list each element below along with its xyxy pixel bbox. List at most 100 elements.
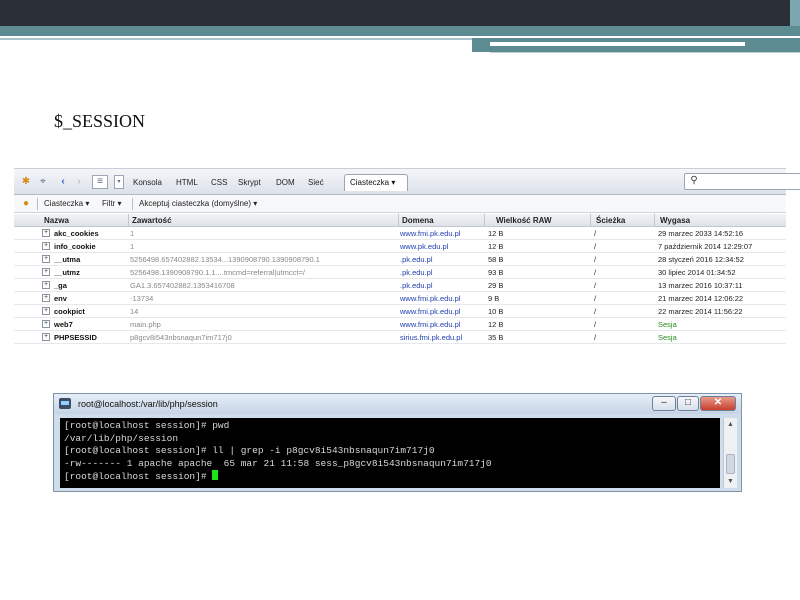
maximize-button[interactable]: □ bbox=[677, 396, 699, 411]
text-cursor bbox=[212, 470, 219, 480]
expand-toggle-icon[interactable]: + bbox=[42, 333, 50, 341]
table-row[interactable]: + _ga GA1.3.657402882.1353416708 .pk.edu… bbox=[14, 279, 786, 292]
column-expires[interactable]: Wygasa bbox=[660, 216, 690, 225]
cookies-menu[interactable]: Ciasteczka ▾ bbox=[44, 199, 89, 208]
accept-cookies-menu[interactable]: Akceptuj ciasteczka (domyślne) ▾ bbox=[139, 199, 257, 208]
cookie-size: 9 B bbox=[488, 294, 500, 303]
cookie-size: 29 B bbox=[488, 281, 504, 290]
column-raw-size[interactable]: Wielkość RAW bbox=[496, 216, 552, 225]
cookie-size: 58 B bbox=[488, 255, 504, 264]
tab-dom[interactable]: DOM bbox=[276, 178, 295, 187]
cookie-expires: 7 październik 2014 12:29:07 bbox=[658, 242, 753, 251]
expand-toggle-icon[interactable]: + bbox=[42, 320, 50, 328]
column-value[interactable]: Zawartość bbox=[132, 216, 172, 225]
column-name[interactable]: Nazwa bbox=[44, 216, 69, 225]
forward-arrow-icon[interactable]: › bbox=[73, 176, 85, 188]
terminal-title-bar[interactable]: root@localhost:/var/lib/php/session – □ … bbox=[54, 394, 741, 414]
terminal-prompt: [root@localhost session]# bbox=[64, 471, 213, 482]
scrollbar-thumb[interactable] bbox=[726, 454, 735, 474]
cookie-size: 12 B bbox=[488, 229, 504, 238]
table-row[interactable]: + __utma 5256498.657402882.13534...13909… bbox=[14, 253, 786, 266]
close-button[interactable]: ✕ bbox=[700, 396, 736, 411]
column-divider bbox=[484, 214, 485, 227]
slide-header-tab-line bbox=[490, 52, 800, 53]
cookie-expires: 29 marzec 2033 14:52:16 bbox=[658, 229, 744, 238]
terminal-output[interactable]: [root@localhost session]# pwd /var/lib/p… bbox=[60, 418, 720, 488]
cookie-domain: .pk.edu.pl bbox=[400, 281, 433, 290]
table-row[interactable]: + web7 main.php www.fmi.pk.edu.pl 12 B /… bbox=[14, 318, 786, 331]
table-row[interactable]: + info_cookie 1 www.pk.edu.pl 12 B / 7 p… bbox=[14, 240, 786, 253]
cookie-expires: 28 styczeń 2016 12:34:52 bbox=[658, 255, 744, 264]
cookie-size: 93 B bbox=[488, 268, 504, 277]
cookie-icon: ● bbox=[22, 198, 30, 209]
cookie-value: GA1.3.657402882.1353416708 bbox=[130, 281, 235, 290]
panel-menu-chevron-icon[interactable]: ▾ bbox=[114, 175, 124, 189]
cookie-path: / bbox=[594, 229, 597, 238]
table-row[interactable]: + __utmz 5256498.1390908790.1.1....tmcmd… bbox=[14, 266, 786, 279]
cookie-name: web7 bbox=[54, 320, 73, 329]
cookie-domain: www.fmi.pk.edu.pl bbox=[400, 320, 461, 329]
cookies-subtoolbar: ● Ciasteczka ▾ Filtr ▾ Akceptuj ciastecz… bbox=[14, 195, 786, 213]
cookie-name: PHPSESSID bbox=[54, 333, 97, 342]
cookie-expires: 13 marzec 2016 10:37:11 bbox=[658, 281, 743, 290]
terminal-app-icon bbox=[59, 398, 71, 409]
inspect-icon[interactable]: ⌖ bbox=[37, 176, 49, 188]
firebug-toolbar: ✱ ⌖ ‹ › ≡ ▾ Konsola HTML CSS Skrypt DOM … bbox=[14, 169, 800, 195]
column-domain[interactable]: Domena bbox=[402, 216, 434, 225]
search-input[interactable]: ⚲ bbox=[684, 173, 800, 190]
expand-toggle-icon[interactable]: + bbox=[42, 307, 50, 315]
panel-list-icon[interactable]: ≡ bbox=[92, 175, 108, 189]
expand-toggle-icon[interactable]: + bbox=[42, 229, 50, 237]
back-arrow-icon[interactable]: ‹ bbox=[57, 176, 69, 188]
filter-menu[interactable]: Filtr ▾ bbox=[102, 199, 122, 208]
tab-console[interactable]: Konsola bbox=[133, 178, 162, 187]
cookie-expires: Sesja bbox=[658, 320, 677, 329]
tab-html[interactable]: HTML bbox=[176, 178, 198, 187]
cookie-value: 1 bbox=[130, 242, 135, 251]
cookie-domain: sirius.fmi.pk.edu.pl bbox=[400, 333, 463, 342]
divider bbox=[37, 198, 38, 210]
table-row[interactable]: + env -13734 www.fmi.pk.edu.pl 9 B / 21 … bbox=[14, 292, 786, 305]
column-divider bbox=[590, 214, 591, 227]
tab-net[interactable]: Sieć bbox=[308, 178, 324, 187]
expand-toggle-icon[interactable]: + bbox=[42, 255, 50, 263]
expand-toggle-icon[interactable]: + bbox=[42, 242, 50, 250]
cookie-domain: www.fmi.pk.edu.pl bbox=[400, 229, 461, 238]
cookie-domain: www.fmi.pk.edu.pl bbox=[400, 307, 461, 316]
table-row[interactable]: + cookpict 14 www.fmi.pk.edu.pl 10 B / 2… bbox=[14, 305, 786, 318]
expand-toggle-icon[interactable]: + bbox=[42, 268, 50, 276]
scroll-up-icon[interactable]: ▲ bbox=[726, 420, 735, 429]
cookie-name: cookpict bbox=[54, 307, 85, 316]
cookie-expires: 22 marzec 2014 11:56:22 bbox=[658, 307, 743, 316]
cookie-value: 5256498.657402882.13534...1390908790.139… bbox=[130, 255, 320, 264]
cookie-expires: Sesja bbox=[658, 333, 677, 342]
expand-toggle-icon[interactable]: + bbox=[42, 281, 50, 289]
firebug-bug-icon[interactable]: ✱ bbox=[20, 176, 32, 188]
minimize-button[interactable]: – bbox=[652, 396, 676, 411]
column-path[interactable]: Ścieżka bbox=[596, 216, 625, 225]
tab-script[interactable]: Skrypt bbox=[238, 178, 261, 187]
cookie-size: 35 B bbox=[488, 333, 504, 342]
column-divider bbox=[654, 214, 655, 227]
scroll-down-icon[interactable]: ▼ bbox=[726, 477, 735, 486]
expand-toggle-icon[interactable]: + bbox=[42, 294, 50, 302]
firebug-panel: ✱ ⌖ ‹ › ≡ ▾ Konsola HTML CSS Skrypt DOM … bbox=[14, 168, 800, 344]
terminal-prompt-line: [root@localhost session]# bbox=[64, 470, 716, 484]
tab-css[interactable]: CSS bbox=[211, 178, 227, 187]
table-row[interactable]: + akc_cookies 1 www.fmi.pk.edu.pl 12 B /… bbox=[14, 227, 786, 240]
table-row[interactable]: + PHPSESSID p8gcv8i543nbsnaqun7im717j0 s… bbox=[14, 331, 786, 344]
terminal-line: -rw------- 1 apache apache 65 mar 21 11:… bbox=[64, 457, 492, 469]
cookie-domain: www.fmi.pk.edu.pl bbox=[400, 294, 461, 303]
cookie-name: __utma bbox=[54, 255, 81, 264]
cookie-path: / bbox=[594, 307, 597, 316]
column-divider bbox=[128, 214, 129, 227]
cookie-value: main.php bbox=[130, 320, 161, 329]
cookie-domain: www.pk.edu.pl bbox=[400, 242, 449, 251]
cookie-expires: 30 lipiec 2014 01:34:52 bbox=[658, 268, 736, 277]
terminal-line: [root@localhost session]# ll | grep -i p… bbox=[64, 445, 435, 456]
cookie-value: 14 bbox=[130, 307, 139, 316]
cookie-path: / bbox=[594, 242, 597, 251]
tab-cookies[interactable]: Ciasteczka ▾ bbox=[344, 174, 408, 191]
terminal-scrollbar[interactable]: ▲ ▼ bbox=[723, 418, 737, 488]
cookie-name: __utmz bbox=[54, 268, 80, 277]
